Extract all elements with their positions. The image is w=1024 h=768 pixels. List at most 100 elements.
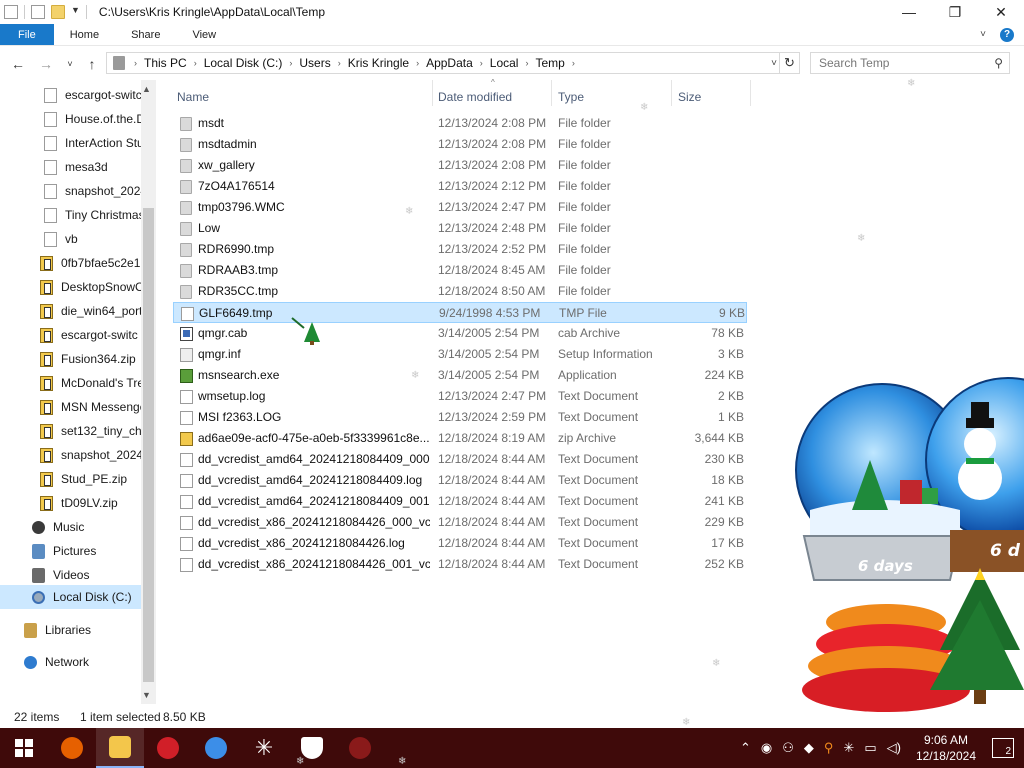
- nav-item[interactable]: tD09LV.zip: [40, 491, 118, 515]
- nav-item[interactable]: MSN Messenge: [40, 395, 146, 419]
- nav-item[interactable]: set132_tiny_chr: [40, 419, 146, 443]
- file-row[interactable]: qmgr.inf 3/14/2005 2:54 PM Setup Informati…: [173, 344, 747, 365]
- show-hidden-icons-icon[interactable]: ⌃: [740, 740, 751, 756]
- taskbar-app-snowflake[interactable]: ✳: [240, 728, 288, 768]
- search-input[interactable]: [819, 56, 989, 70]
- expand-ribbon-icon[interactable]: ˅: [980, 29, 986, 40]
- file-row[interactable]: msnsearch.exe 3/14/2005 2:54 PM Applicatio…: [173, 365, 747, 386]
- taskbar-app-firefox[interactable]: [48, 728, 96, 768]
- file-row[interactable]: Low 12/13/2024 2:48 PM File folder: [173, 218, 747, 239]
- taskbar-app-msn[interactable]: [192, 728, 240, 768]
- tray-people-icon[interactable]: ⚇: [782, 740, 794, 756]
- address-bar[interactable]: › This PC › Local Disk (C:) › Users › Kr…: [106, 52, 780, 74]
- forward-button[interactable]: →: [36, 56, 56, 72]
- column-divider[interactable]: [671, 80, 672, 106]
- taskbar-app-ninja[interactable]: [144, 728, 192, 768]
- crumb-separator-icon[interactable]: ›: [131, 58, 140, 68]
- sidebar-scrollbar-thumb[interactable]: [143, 208, 154, 682]
- nav-item[interactable]: McDonald's Tre: [40, 371, 144, 395]
- file-row[interactable]: RDRAAB3.tmp 12/18/2024 8:45 AM File folder: [173, 260, 747, 281]
- network-status-icon[interactable]: ▭: [864, 740, 876, 756]
- file-row[interactable]: dd_vcredist_amd64_20241218084409_001... 1…: [173, 491, 747, 512]
- breadcrumb-appdata[interactable]: AppData: [422, 56, 477, 70]
- volume-icon[interactable]: ◁): [887, 740, 901, 756]
- crumb-separator-icon[interactable]: ›: [569, 58, 578, 68]
- nav-item[interactable]: snapshot_2024: [44, 179, 147, 203]
- nav-item[interactable]: House.of.the.D: [44, 107, 145, 131]
- file-row[interactable]: dd_vcredist_x86_20241218084426_000_vc...…: [173, 512, 747, 533]
- nav-item-local-disk[interactable]: Local Disk (C:): [0, 585, 141, 609]
- breadcrumb-local-disk[interactable]: Local Disk (C:): [200, 56, 287, 70]
- maximize-button[interactable]: ❐: [932, 0, 978, 24]
- nav-item[interactable]: 0fb7bfae5c2e1(: [40, 251, 144, 275]
- crumb-separator-icon[interactable]: ›: [477, 58, 486, 68]
- file-row[interactable]: tmp03796.WMC 12/13/2024 2:47 PM File folde…: [173, 197, 747, 218]
- breadcrumb-kris-kringle[interactable]: Kris Kringle: [344, 56, 413, 70]
- crumb-separator-icon[interactable]: ›: [191, 58, 200, 68]
- search-box[interactable]: ⚲: [810, 52, 1010, 74]
- file-row[interactable]: dd_vcredist_amd64_20241218084409_000... 1…: [173, 449, 747, 470]
- column-divider[interactable]: [551, 80, 552, 106]
- new-folder-icon[interactable]: [51, 5, 65, 19]
- search-icon[interactable]: ⚲: [994, 56, 1003, 70]
- nav-item-network[interactable]: Network: [24, 650, 89, 674]
- crumb-separator-icon[interactable]: ›: [335, 58, 344, 68]
- crumb-separator-icon[interactable]: ›: [286, 58, 295, 68]
- navigation-pane[interactable]: escargot-switc House.of.the.D InterActio…: [0, 80, 158, 704]
- nav-item-libraries[interactable]: Libraries: [24, 618, 91, 642]
- nav-item-pictures[interactable]: Pictures: [32, 539, 96, 563]
- action-center-button[interactable]: 2: [992, 738, 1014, 758]
- clock[interactable]: 9:06 AM 12/18/2024: [916, 732, 976, 764]
- tray-drop-icon[interactable]: ◆: [804, 740, 814, 756]
- scroll-up-icon[interactable]: ▲: [142, 84, 151, 94]
- tray-search-icon[interactable]: ⚲: [824, 740, 834, 756]
- crumb-separator-icon[interactable]: ›: [522, 58, 531, 68]
- nav-item[interactable]: snapshot_2024: [40, 443, 143, 467]
- help-icon[interactable]: ?: [1000, 27, 1014, 42]
- nav-item[interactable]: InterAction Stu: [44, 131, 144, 155]
- nav-item[interactable]: Tiny Christmas: [44, 203, 145, 227]
- nav-item[interactable]: vb: [44, 227, 78, 251]
- nav-item[interactable]: escargot-switc: [44, 83, 142, 107]
- column-divider[interactable]: [750, 80, 751, 106]
- file-row[interactable]: wmsetup.log 12/13/2024 2:47 PM Text Docume…: [173, 386, 747, 407]
- nav-item[interactable]: die_win64_port: [40, 299, 142, 323]
- file-row[interactable]: qmgr.cab 3/14/2005 2:54 PM cab Archive 78 K…: [173, 323, 747, 344]
- breadcrumb-temp[interactable]: Temp: [531, 56, 568, 70]
- tab-share[interactable]: Share: [115, 24, 176, 45]
- file-row[interactable]: dd_vcredist_x86_20241218084426.log 12/18/…: [173, 533, 747, 554]
- nav-item[interactable]: Stud_PE.zip: [40, 467, 127, 491]
- nav-item[interactable]: escargot-switc: [40, 323, 138, 347]
- file-row-selected[interactable]: GLF6649.tmp 9/24/1998 4:53 PM TMP File 9 KB: [173, 302, 747, 323]
- nav-item[interactable]: DesktopSnowC: [40, 275, 144, 299]
- crumb-separator-icon[interactable]: ›: [413, 58, 422, 68]
- file-row[interactable]: msdtadmin 12/13/2024 2:08 PM File folder: [173, 134, 747, 155]
- nav-item-music[interactable]: Music: [32, 515, 84, 539]
- scroll-down-icon[interactable]: ▼: [142, 690, 151, 700]
- tab-view[interactable]: View: [176, 24, 232, 45]
- file-row[interactable]: ad6ae09e-acf0-475e-a0eb-5f3339961c8e....…: [173, 428, 747, 449]
- tray-app-icon[interactable]: ◉: [761, 740, 772, 756]
- properties-icon[interactable]: [4, 5, 18, 19]
- breadcrumb-local[interactable]: Local: [486, 56, 523, 70]
- minimize-button[interactable]: —: [886, 0, 932, 24]
- file-row[interactable]: MSI f2363.LOG 12/13/2024 2:59 PM Text Docu…: [173, 407, 747, 428]
- file-row[interactable]: xw_gallery 12/13/2024 2:08 PM File folder: [173, 155, 747, 176]
- up-button[interactable]: ↑: [82, 56, 102, 72]
- column-header-size[interactable]: Size: [678, 86, 701, 108]
- taskbar-app-bug[interactable]: [336, 728, 384, 768]
- tab-home[interactable]: Home: [54, 24, 115, 45]
- file-row[interactable]: dd_vcredist_amd64_20241218084409.log 12/1…: [173, 470, 747, 491]
- column-divider[interactable]: [432, 80, 433, 106]
- nav-item[interactable]: mesa3d: [44, 155, 108, 179]
- breadcrumb-this-pc[interactable]: This PC: [140, 56, 191, 70]
- nav-item-videos[interactable]: Videos: [32, 563, 89, 587]
- file-row[interactable]: dd_vcredist_x86_20241218084426_001_vc...…: [173, 554, 747, 575]
- tab-file[interactable]: File: [0, 24, 54, 45]
- file-row[interactable]: msdt 12/13/2024 2:08 PM File folder: [173, 113, 747, 134]
- refresh-button[interactable]: ↻: [780, 52, 800, 74]
- file-row[interactable]: RDR6990.tmp 12/13/2024 2:52 PM File folder: [173, 239, 747, 260]
- recent-locations-icon[interactable]: ˅: [60, 59, 80, 69]
- taskbar-app-file-explorer[interactable]: [96, 728, 144, 768]
- close-button[interactable]: ✕: [978, 0, 1024, 24]
